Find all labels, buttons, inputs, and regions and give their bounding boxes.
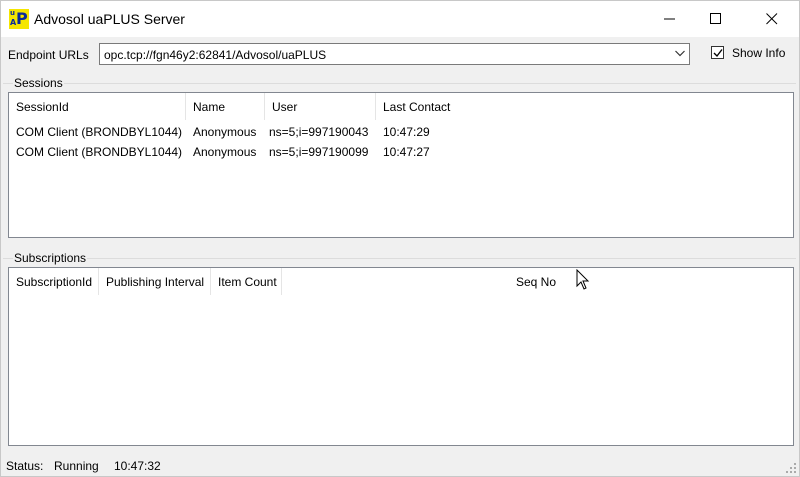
session-name-cell: Anonymous <box>193 145 257 159</box>
session-user-cell: ns=5;i=997190043 <box>269 125 369 139</box>
logo-letter-p: P <box>16 9 28 28</box>
status-time: 10:47:32 <box>114 459 161 473</box>
status-label: Status: <box>6 459 44 473</box>
close-button[interactable] <box>749 1 795 37</box>
sessions-list[interactable]: SessionId Name User Last Contact COM Cli… <box>8 92 794 238</box>
column-header-name[interactable]: Name <box>186 93 264 120</box>
maximize-button[interactable] <box>693 1 739 37</box>
status-state: Running <box>54 459 99 473</box>
column-header-subscription-id[interactable]: SubscriptionId <box>9 268 98 295</box>
sessions-header-row: SessionId Name User Last Contact <box>9 93 793 120</box>
app-logo-icon: u A P <box>9 9 29 29</box>
status-bar: Status: Running 10:47:32 <box>1 454 799 476</box>
window-title: Advosol uaPLUS Server <box>34 11 185 27</box>
table-row[interactable]: COM Client (BRONDBYL1044) Anonymous ns=5… <box>9 122 793 142</box>
main-window: u A P Advosol uaPLUS Server Endpoint URL… <box>0 0 800 477</box>
sessions-group-title: Sessions <box>13 76 64 90</box>
subscriptions-list[interactable]: SubscriptionId Publishing Interval Item … <box>8 267 794 446</box>
title-bar[interactable]: u A P Advosol uaPLUS Server <box>1 1 799 37</box>
session-id-cell: COM Client (BRONDBYL1044) <box>16 125 183 139</box>
column-header-item-count[interactable]: Item Count <box>211 268 281 295</box>
mouse-cursor-icon <box>576 269 590 290</box>
session-id-cell: COM Client (BRONDBYL1044) <box>16 145 183 159</box>
column-header-last-contact[interactable]: Last Contact <box>376 93 476 120</box>
endpoint-url-dropdown[interactable]: opc.tcp://fgn46y2:62841/Advosol/uaPLUS <box>99 43 690 65</box>
endpoint-url-value: opc.tcp://fgn46y2:62841/Advosol/uaPLUS <box>104 48 327 62</box>
session-last-contact-cell: 10:47:27 <box>383 145 430 159</box>
logo-letter-u: u <box>10 9 15 17</box>
maximize-icon <box>710 13 721 24</box>
minimize-icon <box>664 18 675 20</box>
session-last-contact-cell: 10:47:29 <box>383 125 430 139</box>
session-user-cell: ns=5;i=997190099 <box>269 145 369 159</box>
subscriptions-group-border <box>3 258 796 259</box>
session-name-cell: Anonymous <box>193 125 257 139</box>
table-row[interactable]: COM Client (BRONDBYL1044) Anonymous ns=5… <box>9 142 793 162</box>
column-header-user[interactable]: User <box>265 93 375 120</box>
close-icon <box>766 13 778 25</box>
show-info-checkbox[interactable] <box>711 46 724 59</box>
chevron-down-icon[interactable] <box>675 50 685 57</box>
resize-grip-icon[interactable] <box>785 462 797 474</box>
minimize-button[interactable] <box>647 1 693 37</box>
sessions-group-border <box>3 83 796 84</box>
show-info-label[interactable]: Show Info <box>732 46 785 60</box>
endpoint-urls-label: Endpoint URLs <box>8 48 89 62</box>
subscriptions-header-row: SubscriptionId Publishing Interval Item … <box>9 268 793 295</box>
column-header-session-id[interactable]: SessionId <box>9 93 185 120</box>
column-header-seq-no[interactable]: Seq No <box>282 268 562 295</box>
subscriptions-group-title: Subscriptions <box>13 251 88 265</box>
checkmark-icon <box>713 49 723 58</box>
column-header-publishing-interval[interactable]: Publishing Interval <box>99 268 210 295</box>
